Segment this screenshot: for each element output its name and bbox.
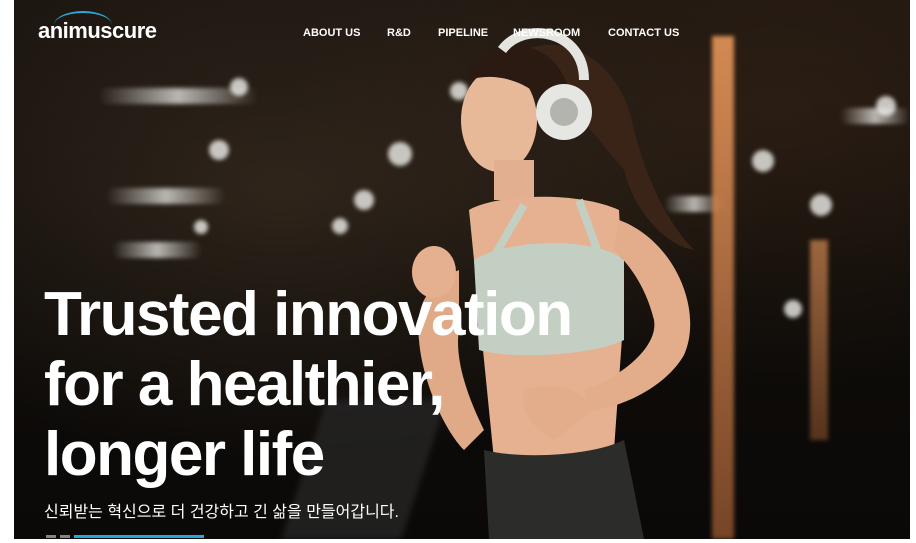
- slide-indicator-active[interactable]: [74, 535, 204, 538]
- nav-newsroom[interactable]: NEWSROOM: [513, 27, 580, 39]
- slide-progress: [46, 535, 204, 538]
- ceiling-light: [840, 108, 910, 124]
- ceiling-light: [810, 194, 832, 216]
- hero-subtitle: 신뢰받는 혁신으로 더 건강하고 긴 삶을 만들어갑니다.: [44, 504, 399, 521]
- headline-line: Trusted innovation: [44, 280, 573, 349]
- background-pillar: [810, 240, 828, 440]
- top-navbar: animuscure ABOUT US R&D PIPELINE NEWSROO…: [14, 0, 910, 64]
- ceiling-light: [209, 140, 229, 160]
- nav-contact-us[interactable]: CONTACT US: [608, 27, 679, 39]
- hero-headline: Trusted innovation for a healthier, long…: [44, 280, 684, 490]
- ceiling-light: [332, 218, 348, 234]
- ceiling-light: [112, 242, 202, 258]
- slide-indicator[interactable]: [60, 535, 70, 538]
- hero-banner: animuscure ABOUT US R&D PIPELINE NEWSROO…: [14, 0, 910, 539]
- ceiling-light: [354, 190, 374, 210]
- headline-line: longer life: [44, 420, 325, 489]
- nav-pipeline[interactable]: PIPELINE: [438, 27, 488, 39]
- slide-indicator[interactable]: [46, 535, 56, 538]
- ceiling-light: [106, 188, 226, 204]
- ceiling-light: [194, 220, 208, 234]
- nav-rnd[interactable]: R&D: [387, 27, 411, 39]
- nav-about-us[interactable]: ABOUT US: [303, 27, 360, 39]
- site-logo[interactable]: animuscure: [38, 18, 157, 44]
- ceiling-light: [876, 96, 896, 116]
- headline-line: for a healthier,: [44, 350, 445, 419]
- ceiling-light: [230, 78, 248, 96]
